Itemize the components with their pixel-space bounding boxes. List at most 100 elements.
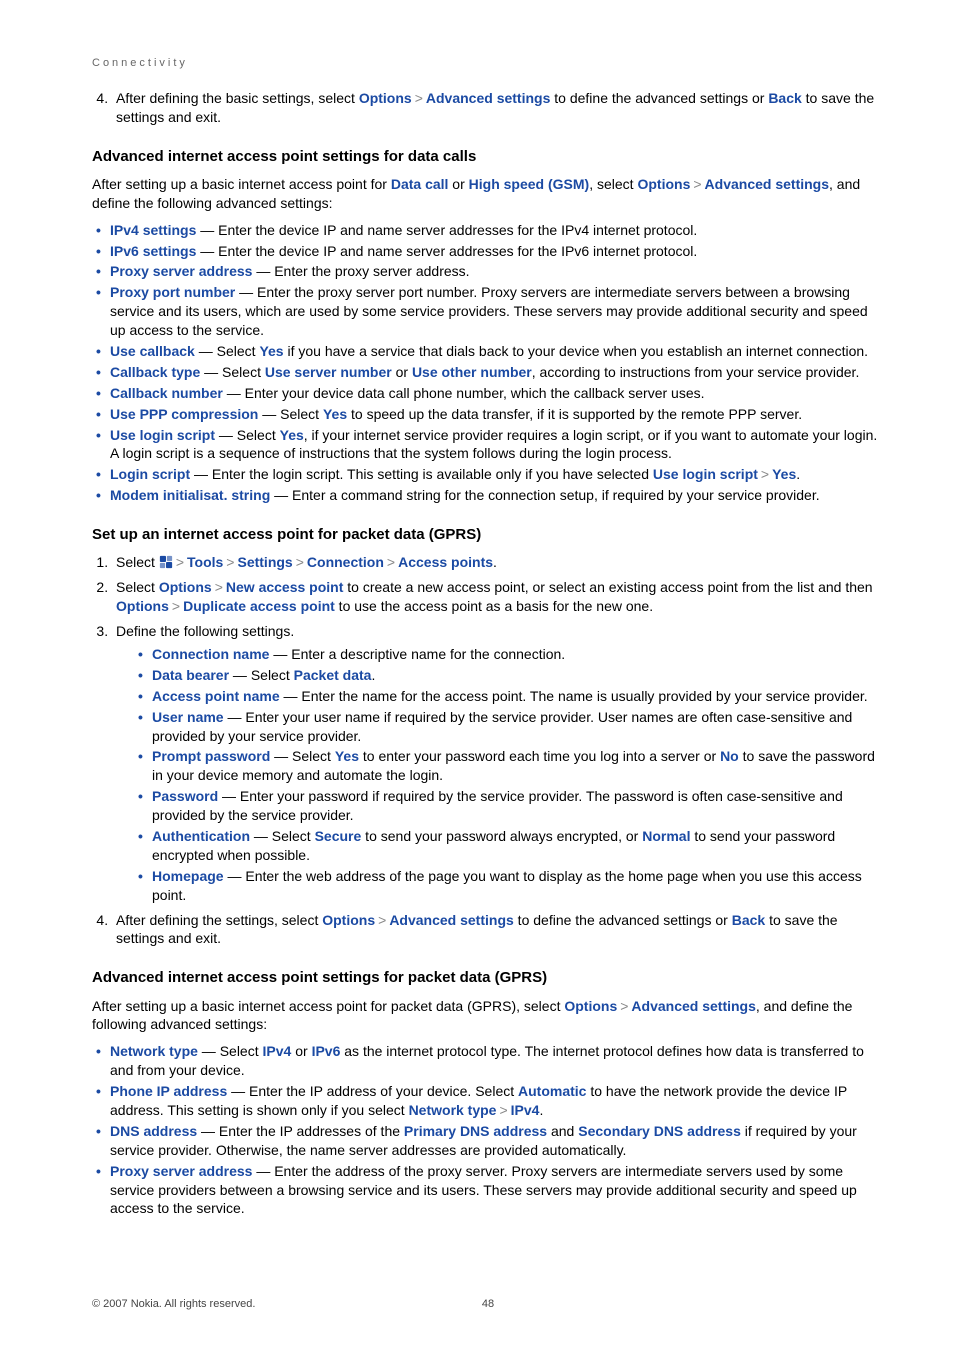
- list-item: Proxy server address — Enter the proxy s…: [110, 262, 884, 281]
- option-value: Yes: [772, 466, 796, 482]
- option-value: No: [720, 748, 739, 764]
- page-number: 48: [482, 1298, 494, 1310]
- list-item: IPv6 settings — Enter the device IP and …: [110, 242, 884, 261]
- options-link[interactable]: Options: [322, 912, 375, 928]
- list-item: Use login script — Select Yes, if your i…: [110, 426, 884, 464]
- option-value: IPv4: [511, 1102, 540, 1118]
- chevron-icon: >: [293, 554, 307, 570]
- text: to create a new access point, or select …: [343, 579, 872, 595]
- setting-term: Proxy port number: [110, 284, 235, 300]
- setting-term: Connection name: [152, 646, 269, 662]
- setting-term: Callback number: [110, 385, 223, 401]
- options-link[interactable]: Options: [564, 998, 617, 1014]
- advanced-settings-link[interactable]: Advanced settings: [389, 912, 513, 928]
- options-link[interactable]: Options: [637, 176, 690, 192]
- text: to define the advanced settings or: [514, 912, 732, 928]
- option-value: Automatic: [518, 1083, 586, 1099]
- chevron-icon: >: [223, 554, 237, 570]
- menu-item[interactable]: Access points: [398, 554, 493, 570]
- advanced-settings-link[interactable]: Advanced settings: [426, 90, 550, 106]
- duplicate-access-point-link[interactable]: Duplicate access point: [183, 598, 335, 614]
- text: if you have a service that dials back to…: [284, 343, 868, 359]
- setting-term: Authentication: [152, 828, 250, 844]
- chevron-icon: >: [496, 1102, 510, 1118]
- chevron-icon: >: [375, 912, 389, 928]
- text: , according to instructions from your se…: [532, 364, 860, 380]
- option-value: Secondary DNS address: [578, 1123, 741, 1139]
- text: to use the access point as a basis for t…: [335, 598, 653, 614]
- text: and: [547, 1123, 578, 1139]
- setting-term: Data bearer: [152, 667, 229, 683]
- option-value: Yes: [323, 406, 347, 422]
- text: — Enter your device data call phone numb…: [223, 385, 705, 401]
- advanced-settings-link[interactable]: Advanced settings: [705, 176, 829, 192]
- text: — Select: [198, 1043, 263, 1059]
- new-access-point-link[interactable]: New access point: [226, 579, 344, 595]
- list-item: Network type — Select IPv4 or IPv6 as th…: [110, 1042, 884, 1080]
- list-item: Proxy server address — Enter the address…: [110, 1162, 884, 1219]
- step: After defining the settings, select Opti…: [112, 911, 884, 949]
- list-item: Use PPP compression — Select Yes to spee…: [110, 405, 884, 424]
- setting-term: Use PPP compression: [110, 406, 258, 422]
- setting-term: Proxy server address: [110, 263, 252, 279]
- list-item: Access point name — Enter the name for t…: [152, 687, 884, 706]
- setting-term: Password: [152, 788, 218, 804]
- intro-paragraph: After setting up a basic internet access…: [92, 997, 884, 1035]
- options-link[interactable]: Options: [359, 90, 412, 106]
- text: or: [448, 176, 468, 192]
- setting-term: Prompt password: [152, 748, 270, 764]
- data-call-link[interactable]: Data call: [391, 176, 449, 192]
- high-speed-link[interactable]: High speed (GSM): [469, 176, 590, 192]
- option-value: Secure: [315, 828, 362, 844]
- list-item: Prompt password — Select Yes to enter yo…: [152, 747, 884, 785]
- text: Define the following settings.: [116, 623, 294, 639]
- advanced-settings-link[interactable]: Advanced settings: [631, 998, 755, 1014]
- list-item: IPv4 settings — Enter the device IP and …: [110, 221, 884, 240]
- chevron-icon: >: [169, 598, 183, 614]
- list-item: Use callback — Select Yes if you have a …: [110, 342, 884, 361]
- back-link[interactable]: Back: [732, 912, 765, 928]
- text: — Select: [200, 364, 265, 380]
- text: to enter your password each time you log…: [359, 748, 720, 764]
- chevron-icon: >: [690, 176, 704, 192]
- text: — Enter the web address of the page you …: [152, 868, 862, 903]
- setting-term: DNS address: [110, 1123, 197, 1139]
- text: — Enter the name for the access point. T…: [280, 688, 868, 704]
- text: Select: [116, 554, 159, 570]
- chevron-icon: >: [212, 579, 226, 595]
- text: — Enter a command string for the connect…: [270, 487, 819, 503]
- text: — Enter the IP address of your device. S…: [227, 1083, 518, 1099]
- list-item: Callback type — Select Use server number…: [110, 363, 884, 382]
- setting-term: Callback type: [110, 364, 200, 380]
- options-link[interactable]: Options: [116, 598, 169, 614]
- option-value: Network type: [409, 1102, 497, 1118]
- menu-item[interactable]: Tools: [187, 554, 223, 570]
- back-link[interactable]: Back: [768, 90, 801, 106]
- option-value: Use login script: [653, 466, 758, 482]
- list-item: Connection name — Enter a descriptive na…: [152, 645, 884, 664]
- list-item: Login script — Enter the login script. T…: [110, 465, 884, 484]
- page-footer: © 2007 Nokia. All rights reserved. 48: [92, 1298, 884, 1310]
- text: — Enter your password if required by the…: [152, 788, 843, 823]
- list-item: Data bearer — Select Packet data.: [152, 666, 884, 685]
- menu-item[interactable]: Settings: [237, 554, 292, 570]
- setting-term: Use callback: [110, 343, 195, 359]
- list-item: Callback number — Enter your device data…: [110, 384, 884, 403]
- text: to define the advanced settings or: [550, 90, 768, 106]
- step: Select Options>New access point to creat…: [112, 578, 884, 616]
- text: or: [291, 1043, 311, 1059]
- text: — Enter your user name if required by th…: [152, 709, 852, 744]
- setting-term: Login script: [110, 466, 190, 482]
- options-link[interactable]: Options: [159, 579, 212, 595]
- text: to speed up the data transfer, if it is …: [347, 406, 802, 422]
- intro-paragraph: After setting up a basic internet access…: [92, 175, 884, 213]
- menu-item[interactable]: Connection: [307, 554, 384, 570]
- breadcrumb: Connectivity: [92, 56, 884, 71]
- text: — Select: [229, 667, 294, 683]
- text: — Enter a descriptive name for the conne…: [269, 646, 565, 662]
- section-heading: Advanced internet access point settings …: [92, 147, 884, 167]
- option-value: Use server number: [265, 364, 392, 380]
- text: Select: [116, 579, 159, 595]
- option-value: Yes: [280, 427, 304, 443]
- option-value: Yes: [259, 343, 283, 359]
